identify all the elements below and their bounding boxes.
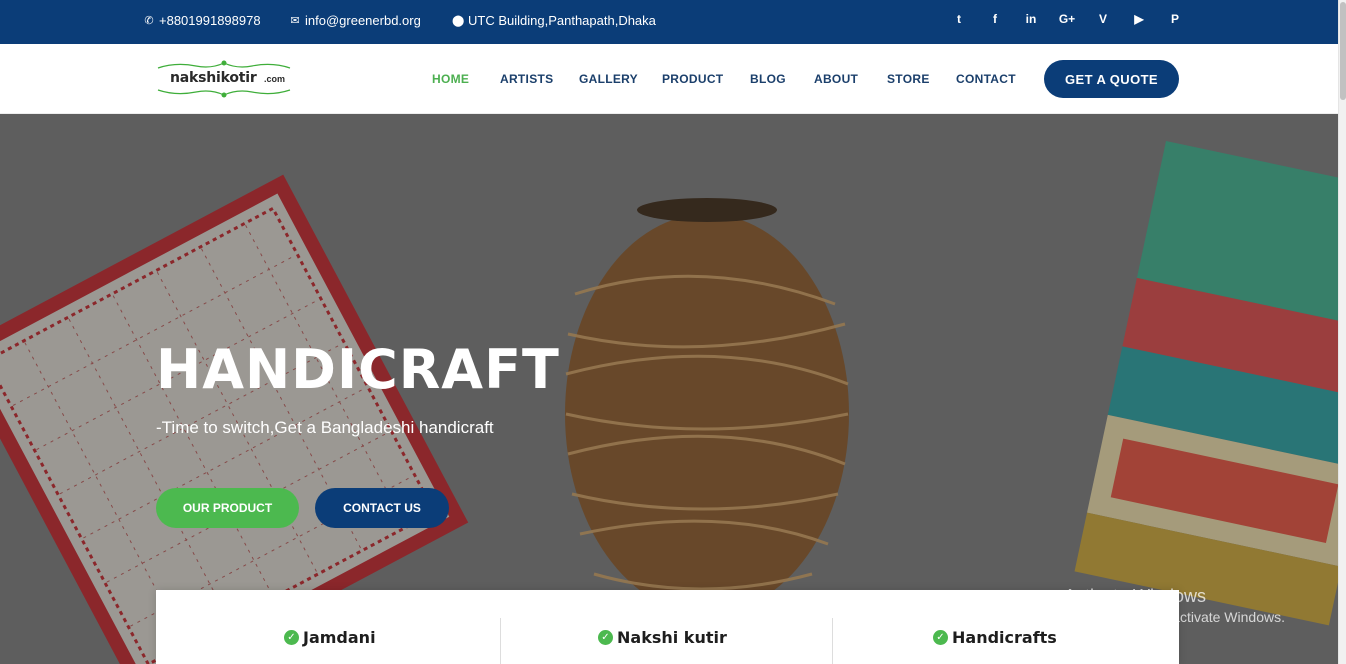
vimeo-icon[interactable]: V	[1085, 12, 1121, 26]
check-circle-icon: ✓	[933, 630, 948, 645]
feature-title-text: Handicrafts	[952, 628, 1057, 647]
linkedin-icon[interactable]: in	[1013, 12, 1049, 26]
nav-item-blog[interactable]: BLOG	[750, 72, 786, 86]
get-a-quote-button[interactable]: GET A QUOTE	[1044, 60, 1179, 98]
nav-item-product[interactable]: PRODUCT	[662, 72, 723, 86]
feature-jamdani: ✓ Jamdani	[156, 590, 500, 664]
nav-item-artists[interactable]: ARTISTS	[500, 72, 553, 86]
logo-text: nakshikotir	[170, 70, 257, 86]
hero-subtitle: -Time to switch,Get a Bangladeshi handic…	[156, 418, 494, 437]
feature-nakshi-kutir: ✓ Nakshi kutir	[501, 590, 832, 664]
address-contact: ⬤ UTC Building,Panthapath,Dhaka	[452, 13, 656, 28]
feature-title-text: Nakshi kutir	[617, 628, 727, 647]
scrollbar-thumb[interactable]	[1340, 2, 1346, 100]
nav-item-home[interactable]: HOME	[432, 72, 469, 86]
nav-item-contact[interactable]: CONTACT	[956, 72, 1016, 86]
feature-title: ✓ Jamdani	[284, 628, 376, 647]
our-product-button[interactable]: OUR PRODUCT	[156, 488, 299, 528]
nav-item-gallery[interactable]: GALLERY	[579, 72, 638, 86]
feature-handicrafts: ✓ Handicrafts	[833, 590, 1179, 664]
page-scrollbar[interactable]	[1338, 0, 1346, 664]
nav-item-about[interactable]: ABOUT	[814, 72, 858, 86]
googleplus-icon[interactable]: G+	[1049, 12, 1085, 26]
phone-number: +8801991898978	[159, 13, 261, 28]
features-card: ✓ Jamdani ✓ Nakshi kutir ✓ Handicrafts	[156, 590, 1179, 664]
check-circle-icon: ✓	[284, 630, 299, 645]
feature-title: ✓ Nakshi kutir	[598, 628, 727, 647]
logo-suffix: .com	[264, 74, 286, 84]
facebook-icon[interactable]: f	[977, 12, 1013, 26]
hero-title: HANDICRAFT	[156, 338, 560, 401]
feature-title: ✓ Handicrafts	[933, 628, 1057, 647]
address-text: UTC Building,Panthapath,Dhaka	[468, 13, 656, 28]
feature-title-text: Jamdani	[303, 628, 376, 647]
main-navigation: nakshikotir .com HOME ARTISTS GALLERY PR…	[0, 44, 1338, 114]
pinterest-icon[interactable]: P	[1157, 12, 1193, 26]
youtube-icon[interactable]: ▶	[1121, 12, 1157, 26]
check-circle-icon: ✓	[598, 630, 613, 645]
contact-us-button[interactable]: CONTACT US	[315, 488, 449, 528]
map-marker-icon: ⬤	[452, 15, 465, 27]
twitter-icon[interactable]: t	[941, 12, 977, 26]
page: ✆ +8801991898978 ✉ info@greenerbd.org ⬤ …	[0, 0, 1346, 664]
hero-banner: HANDICRAFT -Time to switch,Get a Banglad…	[0, 114, 1338, 664]
nav-item-store[interactable]: STORE	[887, 72, 930, 86]
envelope-icon: ✉	[290, 15, 300, 27]
top-contact-bar: ✆ +8801991898978 ✉ info@greenerbd.org ⬤ …	[0, 0, 1338, 44]
social-links: t f in G+ V ▶ P	[941, 12, 1193, 26]
email-contact[interactable]: ✉ info@greenerbd.org	[289, 13, 421, 28]
phone-contact[interactable]: ✆ +8801991898978	[143, 13, 261, 28]
phone-icon: ✆	[144, 15, 154, 27]
email-address: info@greenerbd.org	[305, 13, 421, 28]
site-logo[interactable]: nakshikotir .com	[156, 60, 292, 98]
logo-ornament-bottom	[157, 89, 291, 98]
logo-ornament-top	[157, 60, 291, 69]
